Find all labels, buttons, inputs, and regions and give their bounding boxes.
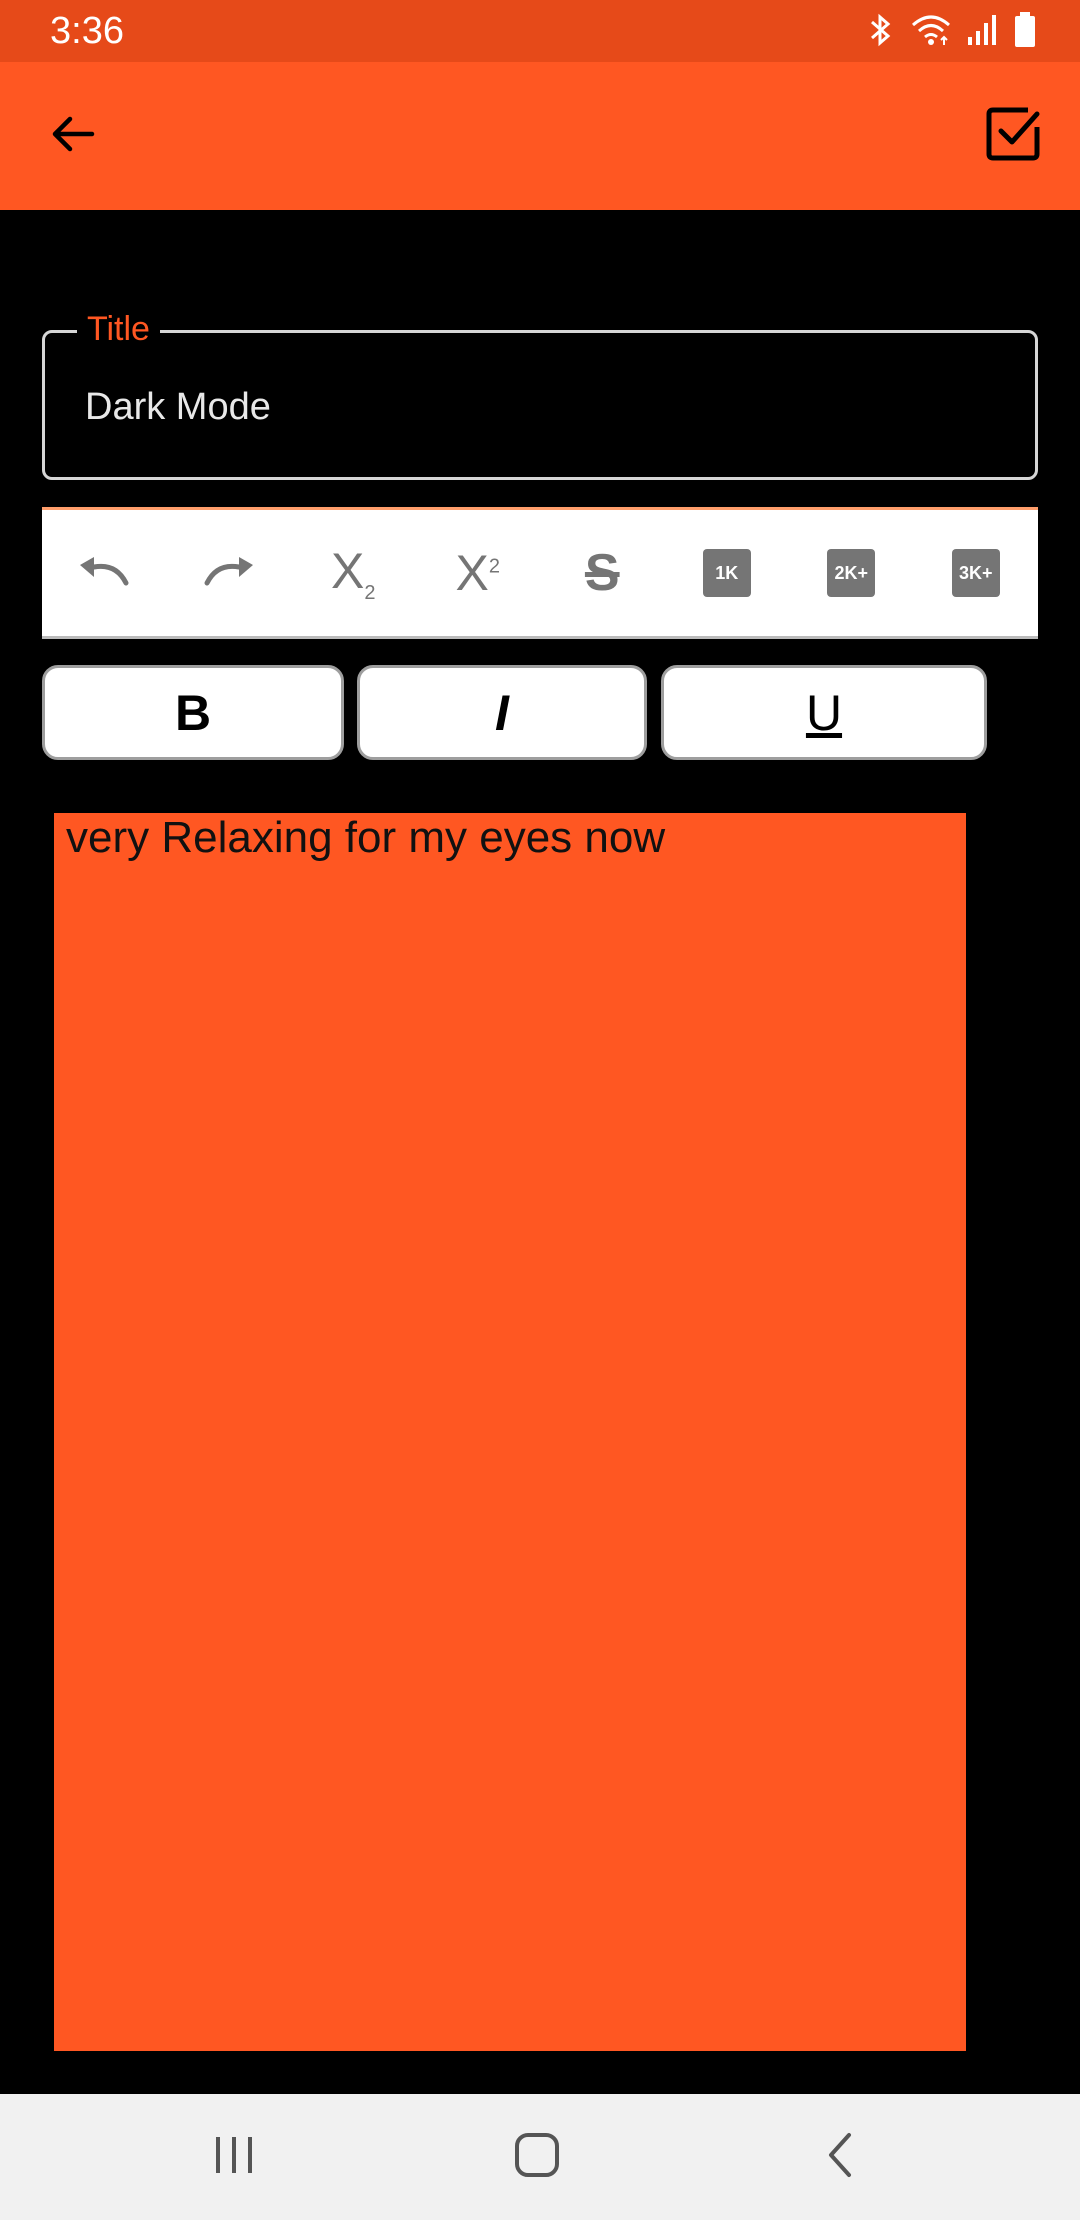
arrow-left-icon xyxy=(48,109,98,164)
italic-button[interactable]: I xyxy=(357,665,647,760)
size-1k-button[interactable]: 1K xyxy=(677,523,777,623)
status-icons xyxy=(866,11,1036,53)
size-2k-button[interactable]: 2K+ xyxy=(801,523,901,623)
recent-apps-button[interactable] xyxy=(174,2112,294,2202)
note-editor[interactable]: very Relaxing for my eyes now xyxy=(54,813,966,2051)
subscript-icon: X2 xyxy=(331,542,376,604)
home-icon xyxy=(514,2132,560,2183)
strikethrough-icon: S xyxy=(584,544,620,602)
app-bar xyxy=(0,62,1080,210)
redo-icon xyxy=(201,551,257,596)
size-1k-icon: 1K xyxy=(702,549,751,597)
nav-back-button[interactable] xyxy=(780,2112,900,2202)
signal-icon xyxy=(966,13,1000,52)
bluetooth-icon xyxy=(866,12,896,53)
bold-button[interactable]: B xyxy=(42,665,344,760)
checkbox-check-icon xyxy=(984,105,1042,168)
title-input[interactable] xyxy=(85,377,1015,437)
superscript-icon: X2 xyxy=(455,545,500,601)
underline-button[interactable]: U xyxy=(661,665,987,760)
status-bar: 3:36 xyxy=(0,0,1080,62)
navigation-bar xyxy=(0,2094,1080,2220)
home-button[interactable] xyxy=(477,2112,597,2202)
back-button[interactable] xyxy=(28,91,118,181)
undo-icon xyxy=(76,551,132,596)
status-time: 3:36 xyxy=(50,10,124,52)
size-3k-button[interactable]: 3K+ xyxy=(926,523,1026,623)
wifi-icon xyxy=(910,13,952,52)
size-3k-icon: 3K+ xyxy=(951,549,1000,597)
save-button[interactable] xyxy=(968,91,1058,181)
battery-icon xyxy=(1014,11,1036,53)
back-icon xyxy=(825,2132,855,2183)
superscript-button[interactable]: X2 xyxy=(428,523,528,623)
formatting-toolbar: X2 X2 S 1K 2K+ 3K+ xyxy=(42,507,1038,639)
undo-button[interactable] xyxy=(54,523,154,623)
title-field[interactable]: Title xyxy=(42,307,1038,480)
recent-apps-icon xyxy=(212,2135,256,2180)
size-2k-icon: 2K+ xyxy=(827,549,876,597)
redo-button[interactable] xyxy=(179,523,279,623)
subscript-button[interactable]: X2 xyxy=(303,523,403,623)
title-label: Title xyxy=(77,307,160,351)
strikethrough-button[interactable]: S xyxy=(552,523,652,623)
